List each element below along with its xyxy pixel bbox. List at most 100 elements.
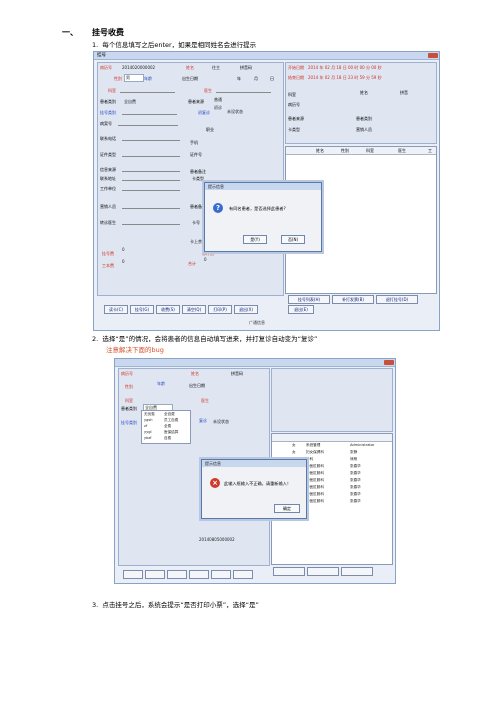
dropdown-item[interactable]: 全自费 xyxy=(164,412,175,417)
dropdown-item[interactable]: 全费 xyxy=(164,424,171,429)
refund-reg-button[interactable]: 退打挂号(D) xyxy=(376,295,418,304)
dropdown-item[interactable]: zf xyxy=(144,424,147,428)
grid-cell: 张春华 xyxy=(350,471,361,475)
reg-status-value[interactable]: 未设状态 xyxy=(227,109,243,115)
dialog-message: 有同名患者，是否选择此患者? xyxy=(229,206,286,211)
doctor-label: 医生 xyxy=(204,88,212,93)
recheck-label: 初复诊 xyxy=(198,110,210,115)
window-titlebar xyxy=(115,359,395,367)
reg-list-button[interactable] xyxy=(273,567,305,576)
gender-select[interactable]: 男 xyxy=(124,74,144,82)
q-pinyin-label: 拼音 xyxy=(400,90,408,95)
dropdown-item[interactable]: 无优惠 xyxy=(144,412,155,417)
dropdown-item[interactable]: yygl xyxy=(144,430,152,434)
reg-type-label: 挂号类别 xyxy=(121,420,137,425)
year-label: 年 xyxy=(237,76,241,81)
card-type-label: 卡类型 xyxy=(192,176,204,181)
same-name-dialog: 提示信息 ? 有同名患者，是否选择此患者? 是(Y) 否(N) xyxy=(204,182,322,252)
phone-label: 联系电话 xyxy=(100,136,116,141)
refund-reg-button[interactable] xyxy=(341,567,373,576)
step-text: 选择“是”的情况，会将患者的信息自动填写进来，并打复诊自动变为“复诊” xyxy=(102,335,318,343)
reprint-invoice-button[interactable] xyxy=(307,567,339,576)
step-text: 每个信息填写之后enter，如果是相同姓名会进行提示 xyxy=(102,41,257,49)
q-src-label: 患者来源 xyxy=(288,116,304,121)
grid-cell: Administrator xyxy=(350,443,375,447)
recheck-value[interactable]: 初诊 xyxy=(214,105,222,111)
total-label: 合计 xyxy=(188,261,196,266)
id-type-label: 证件类型 xyxy=(100,152,116,157)
work-fee-label: 工本费 xyxy=(102,263,114,268)
dialog-title: 提示信息 xyxy=(205,183,321,190)
grid-cell: 张春华 xyxy=(350,492,361,496)
age-label: 年龄 xyxy=(144,76,152,81)
clear-button[interactable]: 清空(Q) xyxy=(182,305,206,314)
dialog-yes-button[interactable]: 是(Y) xyxy=(243,235,267,244)
close-button[interactable] xyxy=(384,360,394,365)
status-text: 广通信息 xyxy=(249,320,265,325)
exit-e-button[interactable]: 退出(E) xyxy=(288,305,314,314)
dropdown-item[interactable]: ybzf xyxy=(144,436,152,440)
start-date-label: 开始日期 xyxy=(288,65,304,70)
clear-button[interactable] xyxy=(189,570,209,579)
close-button[interactable] xyxy=(428,53,438,58)
grid-cell: 张春华 xyxy=(350,499,361,503)
grid-cell: 张春华 xyxy=(350,478,361,482)
mobile-label: 手机 xyxy=(190,140,198,145)
print-button[interactable]: 打印(P) xyxy=(208,305,232,314)
query-panel xyxy=(271,368,393,432)
dialog-title: 提示信息 xyxy=(202,460,306,467)
case-no-label: 病历号 xyxy=(100,65,112,70)
dropdown-item[interactable]: 员工自费 xyxy=(164,418,178,423)
patient-type-label: 患者类别 xyxy=(100,99,116,104)
dialog-no-button[interactable]: 否(N) xyxy=(281,235,305,244)
grid-cell: 系统管理 xyxy=(306,443,321,447)
dialog-ok-button[interactable]: 确定 xyxy=(274,504,300,513)
read-card-button[interactable]: 读卡(C) xyxy=(104,305,128,314)
print-button[interactable] xyxy=(211,570,231,579)
reg-type-label: 挂号类别 xyxy=(100,110,116,115)
charge-button[interactable] xyxy=(167,570,187,579)
charge-button[interactable]: 收费(S) xyxy=(156,305,180,314)
registration-window-1: 挂号 病历号 2014020000002 姓名 往主 拼音码 性别 男 年龄 出… xyxy=(93,51,440,331)
section-title: 挂号收费 xyxy=(92,28,124,37)
register-button[interactable] xyxy=(145,570,165,579)
patient-src-value[interactable]: 普通 xyxy=(214,97,222,103)
name-value[interactable]: 往主 xyxy=(212,65,220,71)
dropdown-item[interactable]: ygsh xyxy=(144,418,153,422)
dropdown-item[interactable]: 自费 xyxy=(164,436,171,441)
grid-cell: 张静 xyxy=(350,450,358,454)
start-date-value[interactable]: 2014 年 02 月 18 日 00 时 00 分 00 秒 xyxy=(308,65,382,71)
registration-window-2: 病历号 姓名 拼音码 性别 年龄 出生日期 科室 医生 患者类别 全自费 挂号类… xyxy=(114,358,396,584)
grid-col-name: 姓名 xyxy=(316,148,324,153)
end-date-value[interactable]: 2014 年 02 月 18 日 23 时 59 分 59 秒 xyxy=(308,75,382,81)
grid-header xyxy=(272,434,392,442)
read-card-button[interactable] xyxy=(123,570,143,579)
reg-status-value[interactable]: 未设状态 xyxy=(213,419,229,425)
patient-type-dropdown[interactable]: 无优惠 全自费 ygsh 员工自费 zf 全费 yygl 医保结算 ybzf 自… xyxy=(141,410,191,444)
q-market-label: 营销人员 xyxy=(356,127,372,132)
step-3: 3. 点击挂号之后，系统会提示“是否打印小票”，选择“是” xyxy=(92,601,259,610)
exit-button[interactable] xyxy=(233,570,253,579)
grid-col-extra: 工 xyxy=(428,148,432,153)
card-no-value[interactable]: 20140805000002 xyxy=(199,537,235,542)
case-no-label: 病历号 xyxy=(121,371,133,376)
grid-header: 姓名 性别 科室 医生 工 xyxy=(286,147,436,155)
grid-col-doctor: 医生 xyxy=(398,148,406,153)
patient-type-value[interactable]: 全自费 xyxy=(124,99,136,105)
invalid-input-dialog: 提示信息 × 此输入框输入不正确，请重新输入！ 确定 xyxy=(201,459,307,519)
step-2: 2. 选择“是”的情况，会将患者的信息自动填写进来，并打复诊自动变为“复诊” xyxy=(92,335,317,344)
register-button[interactable]: 挂号(G) xyxy=(130,305,154,314)
age-label: 年龄 xyxy=(157,381,165,386)
patient-src-label: 患者来源 xyxy=(188,99,204,104)
name-label: 姓名 xyxy=(186,65,194,70)
step-text: 点击挂号之后，系统会提示“是否打印小票”，选择“是” xyxy=(102,601,259,609)
reg-list-button[interactable]: 挂号列表(H) xyxy=(288,295,330,304)
section-number: 一、 xyxy=(62,28,78,37)
exit-button[interactable]: 退出(X) xyxy=(234,305,258,314)
error-icon: × xyxy=(210,478,220,488)
dropdown-item[interactable]: 医保结算 xyxy=(164,430,178,435)
pinyin-label: 拼音码 xyxy=(231,371,243,376)
window-title: 挂号 xyxy=(97,53,106,58)
reprint-invoice-button[interactable]: 补打发票(B) xyxy=(332,295,374,304)
case-no-value[interactable]: 2014020000002 xyxy=(122,65,155,70)
